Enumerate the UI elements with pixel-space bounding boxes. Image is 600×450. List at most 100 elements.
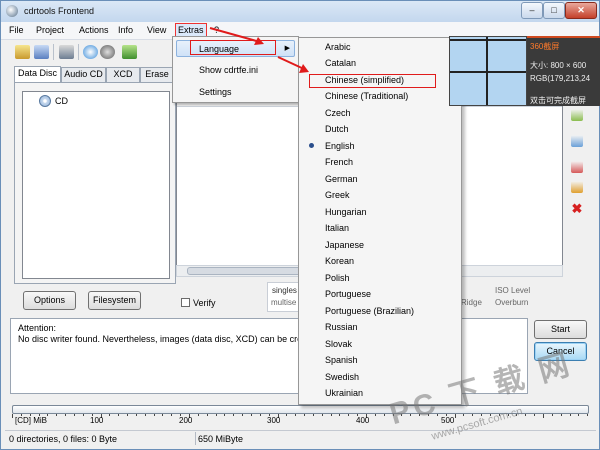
menu-actions[interactable]: Actions: [79, 25, 109, 35]
side-toolbar: ✖: [567, 109, 587, 229]
cd-icon: [39, 95, 51, 107]
ruler-tick-label: 300: [267, 416, 281, 425]
toolbar-separator: [53, 44, 54, 60]
file-count: 0 directories, 0 files: 0 Byte: [9, 434, 118, 444]
language-option[interactable]: Russian: [325, 322, 358, 332]
annotation-arrow: [277, 56, 309, 73]
language-option[interactable]: Portuguese: [325, 289, 371, 299]
screenshot-size: 大小: 800 × 600: [530, 61, 587, 70]
language-option[interactable]: Japanese: [325, 240, 364, 250]
language-option[interactable]: Hungarian: [325, 207, 367, 217]
toolbar-separator: [78, 44, 79, 60]
ruler-tick: [242, 414, 244, 416]
verify-label: Verify: [193, 298, 216, 308]
remove-file-icon[interactable]: [571, 161, 583, 173]
open-project-icon[interactable]: [34, 45, 49, 59]
statusbar-separator: [195, 432, 196, 445]
tab-data-disc[interactable]: Data Disc: [14, 66, 61, 82]
ruler-tick: [206, 414, 208, 416]
ruler-tick: [127, 414, 129, 416]
ruler-tick-label: 100: [90, 416, 104, 425]
tree-item-cd[interactable]: CD: [55, 96, 68, 106]
language-option[interactable]: Czech: [325, 108, 351, 118]
ruler-tick: [295, 414, 297, 416]
annotation-arrow: [209, 27, 264, 45]
language-option[interactable]: French: [325, 157, 353, 167]
add-file-icon[interactable]: [571, 109, 583, 121]
ruler-tick: [171, 414, 173, 416]
ruler-tick: [304, 414, 306, 416]
language-option[interactable]: Slovak: [325, 339, 352, 349]
ruler-tick: [339, 414, 341, 416]
options-button[interactable]: Options: [23, 291, 76, 310]
selected-radio-icon: [309, 143, 314, 148]
folder-tree[interactable]: CD: [22, 91, 170, 279]
screenshot-tool-overlay: 360截屏 大小: 800 × 600 RGB(179,213,24 双击可完成…: [449, 36, 600, 106]
tab-erase[interactable]: Erase: [140, 67, 174, 82]
language-option[interactable]: Catalan: [325, 58, 356, 68]
single-session-label: singles: [272, 286, 297, 295]
magnifier-grid: [449, 36, 527, 106]
grid-line: [450, 71, 526, 73]
tab-audio-cd[interactable]: Audio CD: [61, 67, 106, 82]
ruler-tick: [224, 414, 226, 416]
language-option[interactable]: Italian: [325, 223, 349, 233]
start-button[interactable]: Start: [534, 320, 587, 339]
ruler-tick: [250, 414, 252, 416]
menu-item-settings[interactable]: Settings: [199, 87, 232, 97]
add-files-icon[interactable]: [83, 45, 98, 59]
ruler-tick: [12, 414, 13, 418]
screenshot-hint: 双击可完成截屏: [530, 96, 586, 105]
stop-icon[interactable]: [100, 45, 115, 59]
status-message: No disc writer found. Nevertheless, imag…: [18, 334, 308, 344]
submenu-arrow-icon: ▶: [284, 45, 290, 52]
export-icon[interactable]: [122, 45, 137, 59]
ruler-tick-label: 200: [179, 416, 193, 425]
verify-checkbox[interactable]: [181, 298, 190, 307]
menu-project[interactable]: Project: [36, 25, 64, 35]
ruler-tick: [144, 414, 146, 416]
menu-item-show-ini[interactable]: Show cdrtfe.ini: [199, 65, 258, 75]
language-option-english[interactable]: English: [325, 141, 355, 151]
language-option[interactable]: Arabic: [325, 42, 351, 52]
ridge-label: Ridge: [461, 298, 482, 307]
ruler-unit-label: [CD] MiB: [15, 416, 47, 425]
ruler-tick: [153, 414, 155, 416]
tab-xcd[interactable]: XCD: [106, 67, 140, 82]
language-option[interactable]: Portuguese (Brazilian): [325, 306, 414, 316]
language-option[interactable]: German: [325, 174, 358, 184]
screenshot-rgb: RGB(179,213,24: [530, 74, 591, 83]
screenshot-tool-title: 360截屏: [530, 42, 560, 51]
ruler-tick: [109, 414, 111, 416]
minimize-button[interactable]: –: [521, 2, 543, 19]
language-submenu: Arabic Catalan Chinese (simplified) Chin…: [298, 37, 462, 405]
language-option[interactable]: Greek: [325, 190, 350, 200]
ruler-tick: [259, 414, 261, 416]
add-folder-icon[interactable]: [571, 135, 583, 147]
menu-file[interactable]: File: [9, 25, 24, 35]
language-option[interactable]: Korean: [325, 256, 354, 266]
ruler-tick: [118, 414, 120, 416]
maximize-button[interactable]: □: [543, 2, 565, 19]
ruler-tick: [135, 414, 137, 416]
filesystem-button[interactable]: Filesystem: [88, 291, 141, 310]
grid-line: [450, 39, 526, 41]
attention-label: Attention:: [18, 323, 57, 333]
screenshot-info-panel: 360截屏 大小: 800 × 600 RGB(179,213,24 双击可完成…: [527, 36, 600, 106]
menu-info[interactable]: Info: [118, 25, 133, 35]
delete-icon[interactable]: ✖: [571, 202, 583, 215]
ruler-tick: [233, 414, 235, 416]
new-project-icon[interactable]: [15, 45, 30, 59]
language-option[interactable]: Polish: [325, 273, 350, 283]
watermark: PC 下 载 网 www.pcsoft.com.cn: [350, 347, 598, 446]
wrench-icon[interactable]: [59, 45, 74, 59]
app-cd-icon: [6, 5, 18, 17]
close-button[interactable]: ✕: [565, 2, 597, 19]
disc-capacity: 650 MiByte: [198, 434, 244, 444]
menu-view[interactable]: View: [147, 25, 166, 35]
ruler-tick: [162, 414, 164, 416]
ruler-tick: [215, 414, 217, 416]
language-option[interactable]: Dutch: [325, 124, 349, 134]
rename-icon[interactable]: [571, 181, 583, 193]
language-option[interactable]: Chinese (Traditional): [325, 91, 408, 101]
